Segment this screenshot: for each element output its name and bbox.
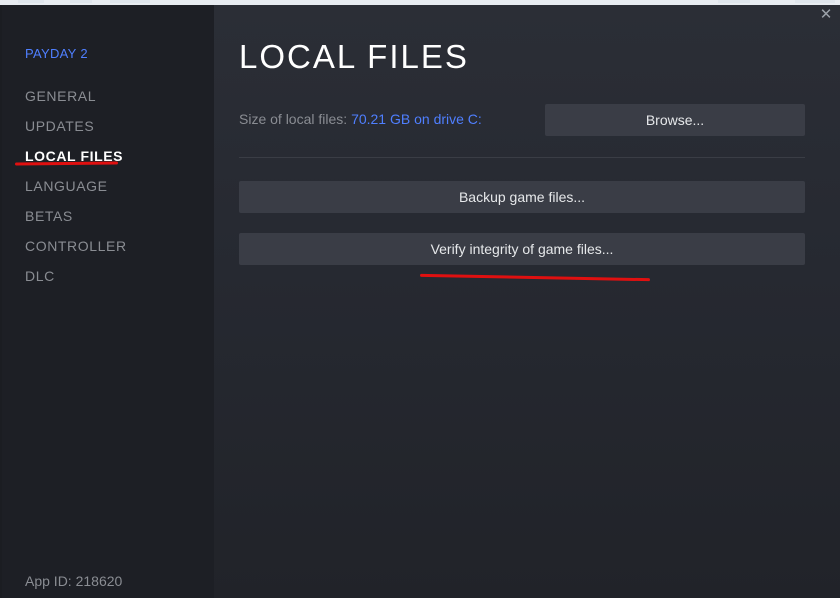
- annotation-underline-verify: [419, 273, 651, 282]
- browse-button[interactable]: Browse...: [545, 104, 805, 136]
- app-id-label: App ID: 218620: [25, 573, 123, 589]
- sidebar-nav: GENERAL UPDATES LOCAL FILES LANGUAGE BET…: [25, 83, 127, 293]
- local-files-size: Size of local files: 70.21 GB on drive C…: [239, 111, 482, 127]
- game-title: PAYDAY 2: [25, 46, 88, 61]
- size-label: Size of local files:: [239, 111, 352, 127]
- divider: [239, 157, 805, 158]
- verify-integrity-button[interactable]: Verify integrity of game files...: [239, 233, 805, 265]
- backup-game-files-button[interactable]: Backup game files...: [239, 181, 805, 213]
- background-fragment: [18, 0, 44, 3]
- main-panel: ✕ LOCAL FILES Size of local files: 70.21…: [214, 5, 840, 598]
- sidebar-item-updates[interactable]: UPDATES: [25, 113, 127, 143]
- sidebar-item-dlc[interactable]: DLC: [25, 263, 127, 293]
- background-fragment: [718, 0, 750, 3]
- sidebar-item-language[interactable]: LANGUAGE: [25, 173, 127, 203]
- size-value: 70.21 GB on drive C:: [351, 111, 482, 127]
- background-fragment: [795, 0, 835, 3]
- sidebar-item-general[interactable]: GENERAL: [25, 83, 127, 113]
- properties-sidebar: PAYDAY 2 GENERAL UPDATES LOCAL FILES LAN…: [2, 5, 214, 598]
- sidebar-item-betas[interactable]: BETAS: [25, 203, 127, 233]
- sidebar-item-controller[interactable]: CONTROLLER: [25, 233, 127, 263]
- sidebar-item-local-files[interactable]: LOCAL FILES: [25, 143, 127, 173]
- page-title: LOCAL FILES: [239, 38, 469, 75]
- close-icon[interactable]: ✕: [818, 7, 834, 23]
- background-fragment: [110, 0, 150, 3]
- background-fragment: [70, 0, 92, 3]
